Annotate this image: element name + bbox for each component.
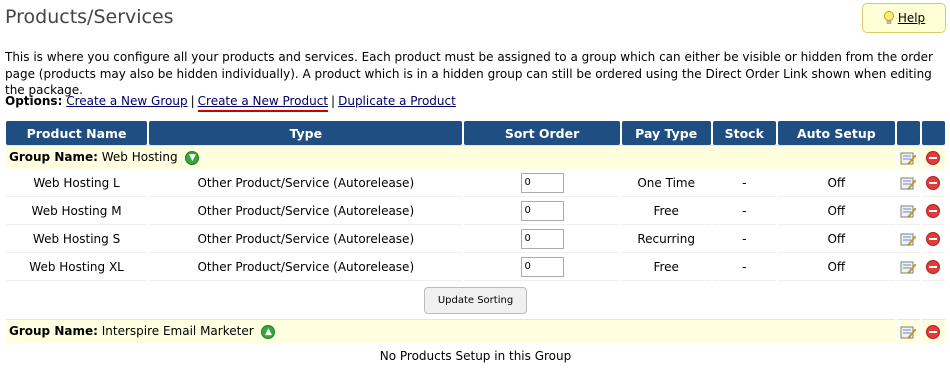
group-name: Web Hosting (101, 150, 178, 165)
product-type: Other Product/Service (Autorelease) (149, 197, 463, 225)
table-row: Web Hosting L Other Product/Service (Aut… (6, 169, 945, 197)
pay-type: Free (621, 253, 711, 281)
auto-setup: Off (777, 225, 895, 253)
edit-icon[interactable] (900, 151, 917, 165)
separator: | (190, 94, 195, 108)
group-name-cell: Group Name: Interspire Email Marketer ▲ (6, 319, 895, 343)
help-button[interactable]: Help (862, 3, 946, 33)
edit-icon[interactable] (900, 325, 917, 339)
product-name: Web Hosting XL (6, 253, 148, 281)
group-prefix: Group Name: (9, 324, 98, 339)
update-sorting-button[interactable]: Update Sorting (423, 286, 528, 314)
product-type: Other Product/Service (Autorelease) (149, 225, 463, 253)
group-row-interspire: Group Name: Interspire Email Marketer ▲ (6, 319, 945, 343)
group-delete-cell (921, 319, 945, 343)
delete-cell (921, 197, 945, 225)
table-row: Web Hosting S Other Product/Service (Aut… (6, 225, 945, 253)
group-edit-cell (896, 319, 920, 343)
delete-icon[interactable] (926, 175, 941, 190)
edit-icon[interactable] (900, 176, 917, 190)
column-sort-order: Sort Order (464, 121, 620, 145)
sort-cell (464, 253, 620, 281)
pay-type: One Time (621, 169, 711, 197)
stock: - (712, 253, 776, 281)
group-name-cell: Group Name: Web Hosting ▼ (6, 145, 895, 169)
delete-icon[interactable] (926, 203, 941, 218)
create-group-link[interactable]: Create a New Group (66, 94, 187, 108)
edit-cell (896, 225, 920, 253)
group-delete-cell (921, 145, 945, 169)
stock: - (712, 225, 776, 253)
pay-type: Recurring (621, 225, 711, 253)
product-type: Other Product/Service (Autorelease) (149, 169, 463, 197)
sort-order-input[interactable] (520, 256, 564, 277)
empty-group-row: No Products Setup in this Group (6, 343, 945, 369)
sort-order-input[interactable] (520, 172, 564, 193)
stock: - (712, 197, 776, 225)
separator: | (331, 94, 336, 108)
column-auto-setup: Auto Setup (777, 121, 895, 145)
options-label: Options: (5, 94, 63, 108)
group-edit-cell (896, 145, 920, 169)
edit-icon[interactable] (900, 204, 917, 218)
products-table: Product Name Type Sort Order Pay Type St… (4, 121, 947, 369)
product-name: Web Hosting S (6, 225, 148, 253)
create-product-link[interactable]: Create a New Product (197, 94, 329, 112)
stock: - (712, 169, 776, 197)
product-type: Other Product/Service (Autorelease) (149, 253, 463, 281)
sort-cell (464, 169, 620, 197)
intro-text: This is where you configure all your pro… (5, 50, 933, 97)
auto-setup: Off (777, 197, 895, 225)
column-edit (896, 121, 920, 145)
update-sorting-row: Update Sorting (6, 281, 945, 319)
column-type: Type (149, 121, 463, 145)
product-name: Web Hosting L (6, 169, 148, 197)
table-header-row: Product Name Type Sort Order Pay Type St… (6, 121, 945, 145)
sort-cell (464, 197, 620, 225)
product-name: Web Hosting M (6, 197, 148, 225)
group-name: Interspire Email Marketer (101, 324, 254, 339)
column-stock: Stock (712, 121, 776, 145)
delete-icon[interactable] (926, 324, 941, 339)
sort-cell (464, 225, 620, 253)
edit-cell (896, 197, 920, 225)
options-bar: Options: Create a New Group | Create a New… (5, 94, 456, 112)
delete-cell (921, 225, 945, 253)
table-row: Web Hosting XL Other Product/Service (Au… (6, 253, 945, 281)
auto-setup: Off (777, 169, 895, 197)
column-pay-type: Pay Type (621, 121, 711, 145)
page-title: Products/Services (5, 6, 174, 28)
delete-icon[interactable] (926, 259, 941, 274)
lightbulb-icon (883, 11, 894, 24)
group-row-web-hosting: Group Name: Web Hosting ▼ (6, 145, 945, 169)
edit-cell (896, 253, 920, 281)
delete-icon[interactable] (926, 231, 941, 246)
empty-group-message: No Products Setup in this Group (379, 349, 572, 363)
delete-cell (921, 253, 945, 281)
sort-order-input[interactable] (520, 228, 564, 249)
pay-type: Free (621, 197, 711, 225)
column-product-name: Product Name (6, 121, 148, 145)
edit-cell (896, 169, 920, 197)
help-label: Help (897, 11, 926, 25)
update-sorting-cell: Update Sorting (6, 281, 945, 319)
arrow-up-icon[interactable]: ▲ (261, 324, 276, 339)
auto-setup: Off (777, 253, 895, 281)
duplicate-product-link[interactable]: Duplicate a Product (338, 94, 456, 108)
group-prefix: Group Name: (9, 150, 98, 165)
column-delete (921, 121, 945, 145)
table-row: Web Hosting M Other Product/Service (Aut… (6, 197, 945, 225)
delete-cell (921, 169, 945, 197)
delete-icon[interactable] (926, 150, 941, 165)
edit-icon[interactable] (900, 232, 917, 246)
sort-order-input[interactable] (520, 200, 564, 221)
edit-icon[interactable] (900, 260, 917, 274)
arrow-down-icon[interactable]: ▼ (185, 150, 200, 165)
